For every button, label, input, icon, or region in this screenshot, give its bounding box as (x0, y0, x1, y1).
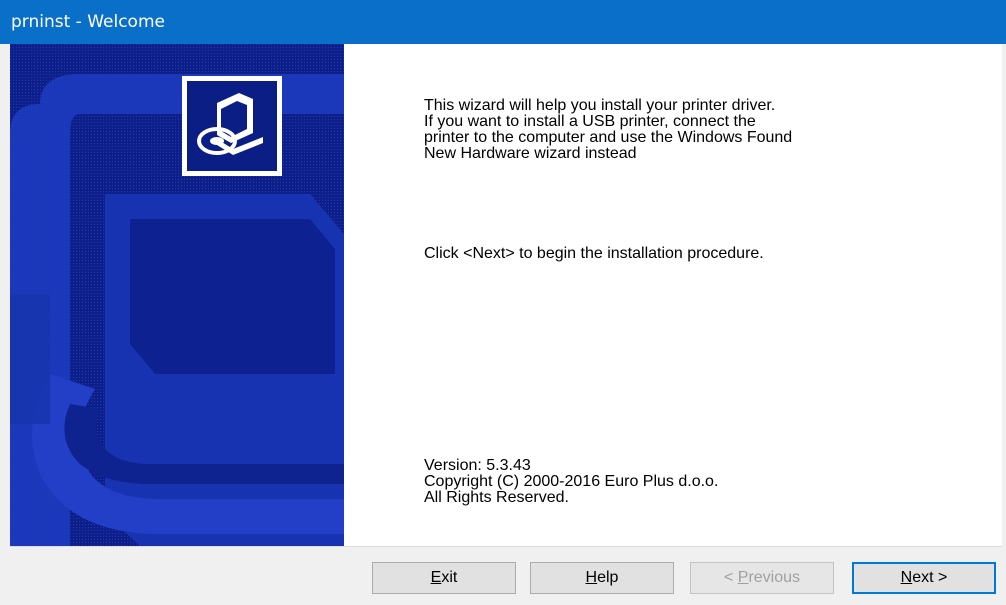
banner-graphic (10, 44, 344, 546)
intro-line: printer to the computer and use the Wind… (424, 129, 793, 146)
copyright-label: Copyright (C) 2000-2016 Euro Plus d.o.o. (424, 473, 719, 490)
previous-button[interactable]: < Previous (690, 562, 834, 594)
intro-line: This wizard will help you install your p… (424, 97, 776, 114)
version-label: Version: 5.3.43 (424, 457, 531, 474)
next-button[interactable]: Next > (852, 562, 996, 594)
exit-button[interactable]: Exit (372, 562, 516, 594)
intro-line: New Hardware wizard instead (424, 145, 637, 162)
printer-cd-icon (182, 76, 282, 176)
rights-label: All Rights Reserved. (424, 489, 569, 506)
window-border-left (0, 44, 10, 605)
window-border-right (1002, 44, 1006, 605)
version-info: Version: 5.3.43 Copyright (C) 2000-2016 … (424, 458, 718, 506)
wizard-banner (10, 44, 344, 546)
help-button[interactable]: Help (530, 562, 674, 594)
instruction-text: Click <Next> to begin the installation p… (424, 245, 764, 262)
window-title: prninst - Welcome (0, 0, 1006, 44)
intro-text: This wizard will help you install your p… (424, 98, 792, 162)
intro-line: If you want to install a USB printer, co… (424, 113, 756, 130)
